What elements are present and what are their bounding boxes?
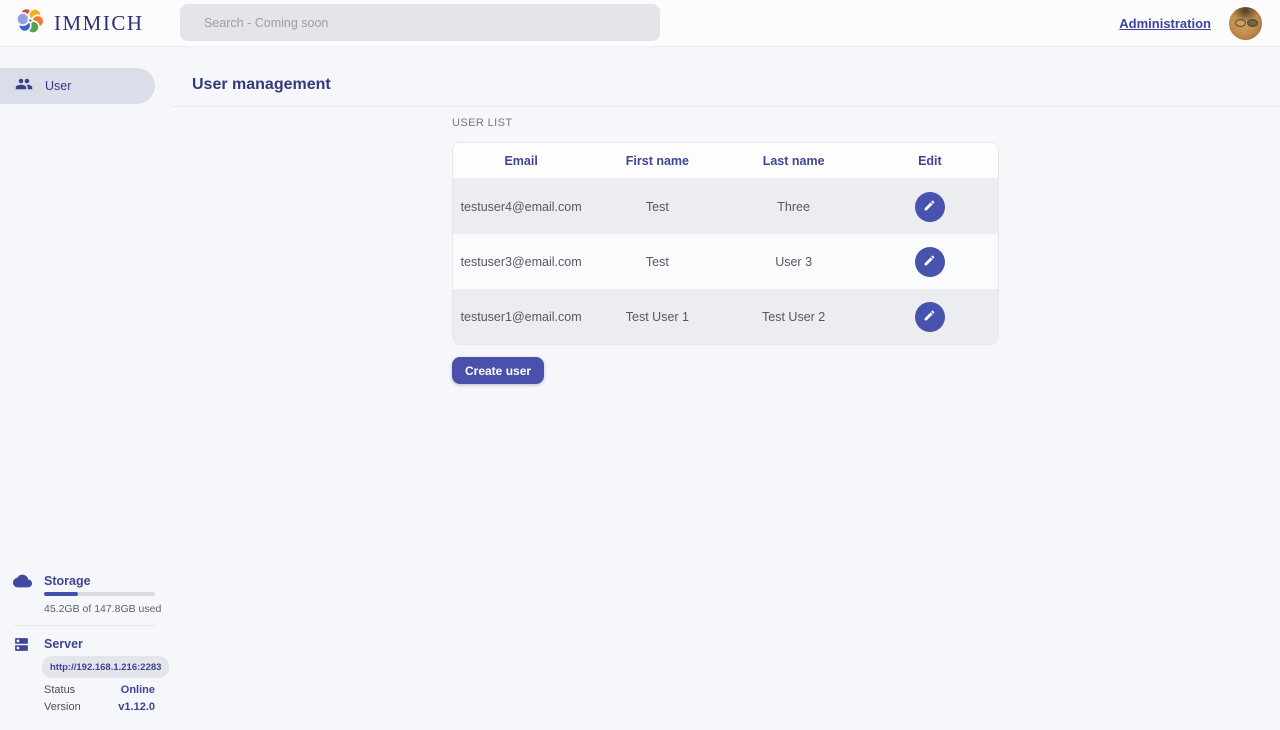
server-url-chip: http://192.168.1.216:2283	[42, 656, 169, 678]
version-value: v1.12.0	[118, 701, 155, 713]
pencil-icon	[923, 309, 936, 325]
pencil-icon	[923, 254, 936, 270]
users-icon	[15, 75, 33, 98]
table-header-row: Email First name Last name Edit	[453, 143, 998, 179]
cell-first-name: Test	[589, 255, 725, 269]
version-label: Version	[44, 701, 81, 713]
column-header-email: Email	[453, 154, 589, 168]
edit-user-button[interactable]	[915, 192, 945, 222]
sidebar-item-user[interactable]: User	[0, 68, 155, 104]
column-header-edit: Edit	[862, 154, 998, 168]
cell-email: testuser4@email.com	[453, 200, 589, 214]
cell-first-name: Test User 1	[589, 310, 725, 324]
server-status-row: Status Online	[44, 684, 155, 696]
app-title: IMMICH	[54, 11, 144, 36]
table-row: testuser3@email.com Test User 3	[453, 234, 998, 289]
top-bar-right: Administration	[1119, 0, 1262, 47]
server-title: Server	[44, 637, 83, 651]
server-icon	[13, 636, 30, 658]
sidebar-item-label: User	[45, 79, 71, 93]
user-list-label: USER LIST	[452, 117, 512, 129]
top-bar: IMMICH Administration	[0, 0, 1280, 47]
edit-user-button[interactable]	[915, 247, 945, 277]
immich-flower-icon	[14, 4, 47, 42]
storage-progress-bar	[44, 592, 155, 596]
user-table: Email First name Last name Edit testuser…	[452, 142, 999, 345]
server-version-row: Version v1.12.0	[44, 701, 155, 713]
storage-title: Storage	[44, 574, 91, 588]
column-header-first-name: First name	[589, 154, 725, 168]
cell-email: testuser1@email.com	[453, 310, 589, 324]
user-avatar[interactable]	[1229, 7, 1262, 40]
cell-last-name: Three	[726, 200, 862, 214]
storage-progress-fill	[44, 592, 78, 596]
table-row: testuser1@email.com Test User 1 Test Use…	[453, 289, 998, 344]
search-input[interactable]	[180, 4, 660, 41]
storage-usage-text: 45.2GB of 147.8GB used	[44, 603, 161, 615]
cell-email: testuser3@email.com	[453, 255, 589, 269]
pencil-icon	[923, 199, 936, 215]
edit-user-button[interactable]	[915, 302, 945, 332]
column-header-last-name: Last name	[726, 154, 862, 168]
status-label: Status	[44, 684, 75, 696]
create-user-button[interactable]: Create user	[452, 357, 544, 384]
cell-last-name: Test User 2	[726, 310, 862, 324]
administration-link[interactable]: Administration	[1119, 16, 1211, 31]
cell-last-name: User 3	[726, 255, 862, 269]
app-logo: IMMICH	[0, 4, 144, 42]
table-row: testuser4@email.com Test Three	[453, 179, 998, 234]
status-value: Online	[121, 684, 155, 696]
cell-first-name: Test	[589, 200, 725, 214]
title-divider	[171, 106, 1280, 107]
page-title: User management	[192, 76, 331, 94]
cloud-icon	[13, 573, 32, 594]
sidebar-divider	[14, 625, 155, 626]
